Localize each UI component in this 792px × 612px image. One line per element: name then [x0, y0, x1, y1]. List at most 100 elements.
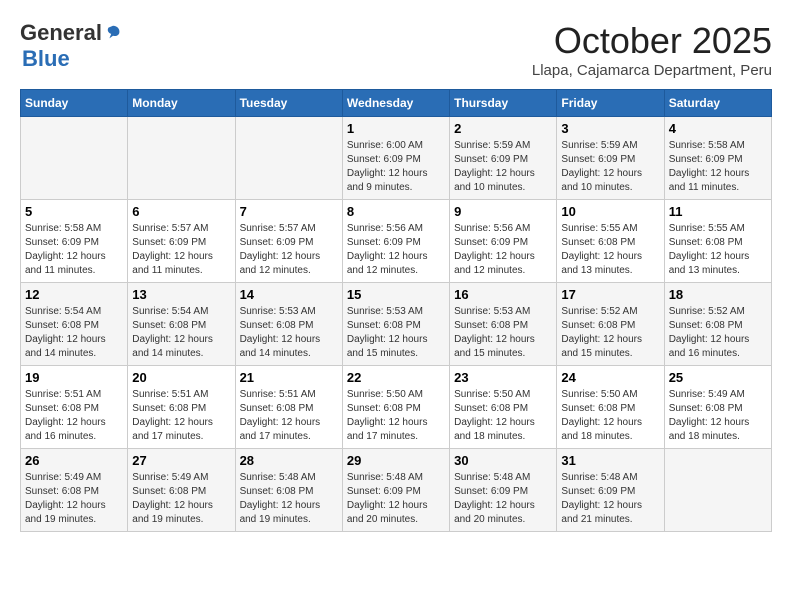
day-number: 7	[240, 204, 338, 219]
calendar-table: SundayMondayTuesdayWednesdayThursdayFrid…	[20, 89, 772, 532]
day-info: Sunrise: 5:57 AM Sunset: 6:09 PM Dayligh…	[132, 222, 230, 278]
calendar-cell	[21, 117, 128, 200]
calendar-cell: 29Sunrise: 5:48 AM Sunset: 6:09 PM Dayli…	[342, 449, 449, 532]
title-area: October 2025 Llapa, Cajamarca Department…	[532, 20, 772, 79]
header-wednesday: Wednesday	[342, 90, 449, 117]
header-monday: Monday	[128, 90, 235, 117]
calendar-cell: 25 Sunrise: 5:49 AM Sunset: 6:08 PM Dayli…	[664, 366, 771, 449]
day-number: 29	[347, 453, 445, 468]
calendar-cell: 31Sunrise: 5:48 AM Sunset: 6:09 PM Dayli…	[557, 449, 664, 532]
calendar-cell: 19 Sunrise: 5:51 AM Sunset: 6:08 PM Dayli…	[21, 366, 128, 449]
calendar-cell: 15 Sunrise: 5:53 AM Sunset: 6:08 PM Dayli…	[342, 283, 449, 366]
day-info: Sunrise: 5:49 AM Sunset: 6:08 PM Dayligh…	[669, 388, 767, 444]
day-number: 6	[132, 204, 230, 219]
day-info: Sunrise: 5:53 AM Sunset: 6:08 PM Dayligh…	[240, 305, 338, 361]
header-tuesday: Tuesday	[235, 90, 342, 117]
day-info: Sunrise: 5:53 AM Sunset: 6:08 PM Dayligh…	[454, 305, 552, 361]
day-number: 18	[669, 287, 767, 302]
page-header: General Blue October 2025 Llapa, Cajamar…	[20, 20, 772, 79]
calendar-cell: 3 Sunrise: 5:59 AM Sunset: 6:09 PM Daylig…	[557, 117, 664, 200]
day-number: 25	[669, 370, 767, 385]
calendar-cell: 28Sunrise: 5:48 AM Sunset: 6:08 PM Dayli…	[235, 449, 342, 532]
day-info: Sunrise: 5:54 AM Sunset: 6:08 PM Dayligh…	[25, 305, 123, 361]
day-info: Sunrise: 5:50 AM Sunset: 6:08 PM Dayligh…	[347, 388, 445, 444]
calendar-cell: 1Sunrise: 6:00 AM Sunset: 6:09 PM Daylig…	[342, 117, 449, 200]
calendar-cell: 2 Sunrise: 5:59 AM Sunset: 6:09 PM Daylig…	[450, 117, 557, 200]
day-number: 16	[454, 287, 552, 302]
header-friday: Friday	[557, 90, 664, 117]
calendar-week-row: 19 Sunrise: 5:51 AM Sunset: 6:08 PM Dayli…	[21, 366, 772, 449]
day-number: 12	[25, 287, 123, 302]
day-info: Sunrise: 5:58 AM Sunset: 6:09 PM Dayligh…	[25, 222, 123, 278]
day-number: 13	[132, 287, 230, 302]
logo-general-text: General	[20, 20, 102, 46]
day-info: Sunrise: 5:48 AM Sunset: 6:09 PM Dayligh…	[561, 471, 659, 527]
day-info: Sunrise: 5:59 AM Sunset: 6:09 PM Dayligh…	[561, 139, 659, 195]
day-number: 14	[240, 287, 338, 302]
day-info: Sunrise: 5:58 AM Sunset: 6:09 PM Dayligh…	[669, 139, 767, 195]
logo: General Blue	[20, 20, 122, 72]
calendar-cell: 17 Sunrise: 5:52 AM Sunset: 6:08 PM Dayli…	[557, 283, 664, 366]
day-info: Sunrise: 6:00 AM Sunset: 6:09 PM Dayligh…	[347, 139, 445, 195]
calendar-cell	[235, 117, 342, 200]
calendar-cell: 16 Sunrise: 5:53 AM Sunset: 6:08 PM Dayli…	[450, 283, 557, 366]
day-info: Sunrise: 5:52 AM Sunset: 6:08 PM Dayligh…	[561, 305, 659, 361]
calendar-cell: 8 Sunrise: 5:56 AM Sunset: 6:09 PM Daylig…	[342, 200, 449, 283]
header-saturday: Saturday	[664, 90, 771, 117]
header-thursday: Thursday	[450, 90, 557, 117]
calendar-cell: 5 Sunrise: 5:58 AM Sunset: 6:09 PM Daylig…	[21, 200, 128, 283]
day-info: Sunrise: 5:54 AM Sunset: 6:08 PM Dayligh…	[132, 305, 230, 361]
calendar-cell: 27Sunrise: 5:49 AM Sunset: 6:08 PM Dayli…	[128, 449, 235, 532]
day-info: Sunrise: 5:48 AM Sunset: 6:09 PM Dayligh…	[454, 471, 552, 527]
day-number: 20	[132, 370, 230, 385]
day-number: 19	[25, 370, 123, 385]
day-info: Sunrise: 5:50 AM Sunset: 6:08 PM Dayligh…	[454, 388, 552, 444]
day-info: Sunrise: 5:53 AM Sunset: 6:08 PM Dayligh…	[347, 305, 445, 361]
day-number: 2	[454, 121, 552, 136]
day-number: 26	[25, 453, 123, 468]
day-number: 10	[561, 204, 659, 219]
day-info: Sunrise: 5:55 AM Sunset: 6:08 PM Dayligh…	[561, 222, 659, 278]
calendar-cell	[128, 117, 235, 200]
calendar-week-row: 26 Sunrise: 5:49 AM Sunset: 6:08 PM Dayli…	[21, 449, 772, 532]
day-number: 3	[561, 121, 659, 136]
header-sunday: Sunday	[21, 90, 128, 117]
day-info: Sunrise: 5:57 AM Sunset: 6:09 PM Dayligh…	[240, 222, 338, 278]
day-info: Sunrise: 5:51 AM Sunset: 6:08 PM Dayligh…	[25, 388, 123, 444]
day-info: Sunrise: 5:49 AM Sunset: 6:08 PM Dayligh…	[132, 471, 230, 527]
logo-bird-icon	[104, 24, 122, 42]
day-info: Sunrise: 5:48 AM Sunset: 6:08 PM Dayligh…	[240, 471, 338, 527]
calendar-cell: 20 Sunrise: 5:51 AM Sunset: 6:08 PM Dayli…	[128, 366, 235, 449]
day-info: Sunrise: 5:56 AM Sunset: 6:09 PM Dayligh…	[347, 222, 445, 278]
calendar-cell: 9 Sunrise: 5:56 AM Sunset: 6:09 PM Daylig…	[450, 200, 557, 283]
day-number: 9	[454, 204, 552, 219]
day-info: Sunrise: 5:50 AM Sunset: 6:08 PM Dayligh…	[561, 388, 659, 444]
calendar-cell: 4Sunrise: 5:58 AM Sunset: 6:09 PM Daylig…	[664, 117, 771, 200]
calendar-cell: 14 Sunrise: 5:53 AM Sunset: 6:08 PM Dayli…	[235, 283, 342, 366]
day-number: 24	[561, 370, 659, 385]
location-subtitle: Llapa, Cajamarca Department, Peru	[532, 62, 772, 79]
day-number: 5	[25, 204, 123, 219]
day-number: 22	[347, 370, 445, 385]
day-number: 11	[669, 204, 767, 219]
calendar-cell: 18Sunrise: 5:52 AM Sunset: 6:08 PM Dayli…	[664, 283, 771, 366]
day-info: Sunrise: 5:56 AM Sunset: 6:09 PM Dayligh…	[454, 222, 552, 278]
day-info: Sunrise: 5:59 AM Sunset: 6:09 PM Dayligh…	[454, 139, 552, 195]
day-number: 17	[561, 287, 659, 302]
calendar-cell: 26 Sunrise: 5:49 AM Sunset: 6:08 PM Dayli…	[21, 449, 128, 532]
calendar-cell: 21 Sunrise: 5:51 AM Sunset: 6:08 PM Dayli…	[235, 366, 342, 449]
day-number: 21	[240, 370, 338, 385]
day-info: Sunrise: 5:51 AM Sunset: 6:08 PM Dayligh…	[240, 388, 338, 444]
day-number: 23	[454, 370, 552, 385]
day-number: 15	[347, 287, 445, 302]
day-number: 8	[347, 204, 445, 219]
logo-blue-text: Blue	[22, 46, 70, 71]
day-number: 30	[454, 453, 552, 468]
calendar-cell: 13 Sunrise: 5:54 AM Sunset: 6:08 PM Dayli…	[128, 283, 235, 366]
calendar-cell	[664, 449, 771, 532]
day-info: Sunrise: 5:55 AM Sunset: 6:08 PM Dayligh…	[669, 222, 767, 278]
day-info: Sunrise: 5:51 AM Sunset: 6:08 PM Dayligh…	[132, 388, 230, 444]
day-info: Sunrise: 5:49 AM Sunset: 6:08 PM Dayligh…	[25, 471, 123, 527]
month-title: October 2025	[532, 20, 772, 62]
calendar-cell: 30 Sunrise: 5:48 AM Sunset: 6:09 PM Dayli…	[450, 449, 557, 532]
